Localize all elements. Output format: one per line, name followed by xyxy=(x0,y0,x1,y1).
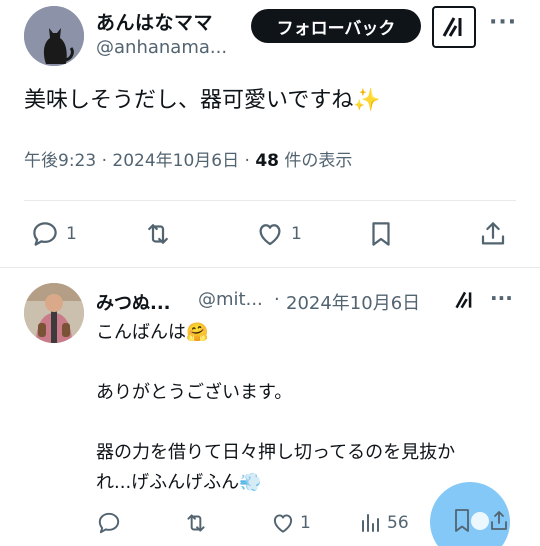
post-date[interactable]: 2024年10月6日 xyxy=(112,151,239,171)
reply-button[interactable] xyxy=(96,505,122,541)
reply-date[interactable]: 2024年10月6日 xyxy=(286,289,420,315)
like-count: 1 xyxy=(291,224,302,244)
retweet-button[interactable] xyxy=(142,214,174,254)
views-count[interactable]: 48 xyxy=(255,151,279,171)
meta-separator: · xyxy=(274,289,280,310)
reply-button[interactable]: 1 xyxy=(30,214,77,254)
post-header: あんはなママ @anhanama... フォローバック ··· xyxy=(0,0,540,70)
retweet-button[interactable] xyxy=(182,505,210,541)
bookmark-icon xyxy=(372,222,390,246)
avatar[interactable] xyxy=(24,6,84,66)
reply-icon xyxy=(33,222,57,246)
more-icon[interactable]: ··· xyxy=(489,10,517,35)
like-icon xyxy=(273,514,293,533)
person-photo-icon xyxy=(24,283,84,343)
post-text: 美味しそうだし、器可愛いですね✨ xyxy=(24,88,381,113)
views-count: 56 xyxy=(387,513,409,533)
reply-line: 器の力を借りて日々押し切ってるのを見抜か xyxy=(96,442,456,463)
user-handle[interactable]: @anhanama... xyxy=(96,37,227,58)
grok-icon[interactable] xyxy=(432,6,476,48)
meta-separator: · xyxy=(244,151,256,171)
avatar[interactable] xyxy=(24,283,84,343)
display-name[interactable]: あんはなママ xyxy=(96,8,213,35)
like-count: 1 xyxy=(300,513,311,533)
post-meta: 午後9:23 · 2024年10月6日 · 48 件の表示 xyxy=(24,146,352,171)
action-bar: 1 1 xyxy=(0,214,540,254)
share-icon xyxy=(481,222,505,245)
follow-back-button[interactable]: フォローバック xyxy=(251,9,421,43)
reply-count: 1 xyxy=(66,224,77,244)
views-button[interactable]: 56 xyxy=(358,505,409,541)
more-icon[interactable]: ··· xyxy=(490,286,513,310)
like-button[interactable]: 1 xyxy=(255,214,302,254)
divider xyxy=(0,267,540,268)
share-button[interactable] xyxy=(478,214,508,254)
reply-line: ありがとうございます。 xyxy=(96,382,293,403)
divider xyxy=(24,200,516,201)
meta-separator: · xyxy=(101,151,113,171)
post-time[interactable]: 午後9:23 xyxy=(24,151,96,171)
like-button[interactable]: 1 xyxy=(270,505,311,541)
bookmark-button[interactable] xyxy=(366,214,396,254)
reply-line: こんばんは🤗 xyxy=(96,322,209,343)
retweet-icon xyxy=(148,224,168,244)
grok-icon[interactable] xyxy=(452,289,478,311)
like-icon xyxy=(259,224,281,246)
reply-display-name[interactable]: みつぬ... xyxy=(96,289,171,315)
cat-silhouette-icon xyxy=(24,6,84,66)
reply-user-handle[interactable]: @mit... xyxy=(198,289,263,310)
views-label: 件の表示 xyxy=(284,151,353,171)
views-icon xyxy=(362,514,379,532)
reply-text: こんばんは🤗 ありがとうございます。 器の力を借りて日々押し切ってるのを見抜か … xyxy=(96,318,516,498)
reply-icon xyxy=(98,512,120,534)
compose-icon xyxy=(454,507,524,539)
retweet-icon xyxy=(187,514,205,532)
